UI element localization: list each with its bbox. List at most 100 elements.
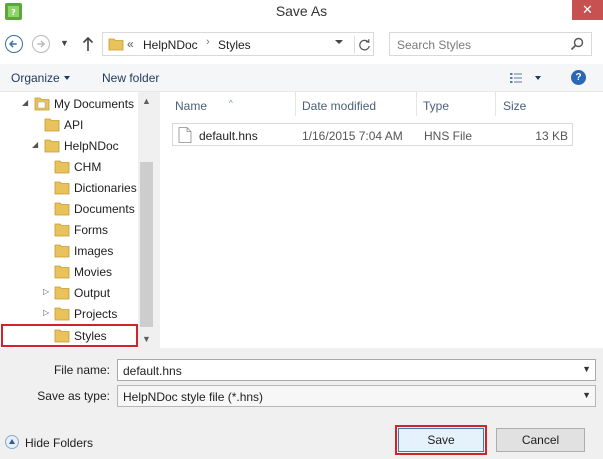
close-button[interactable]: ✕	[572, 0, 603, 20]
document-file-icon	[178, 127, 192, 143]
folder-icon	[54, 244, 70, 258]
tree-item-label: Output	[74, 286, 111, 300]
tree-item-output[interactable]: ▷ Output	[0, 282, 138, 303]
tree-item-label: Projects	[74, 307, 118, 321]
file-list[interactable]: ^ Name Date modified Type Size default.h…	[160, 92, 603, 348]
tree-item-dictionaries[interactable]: Dictionaries	[0, 177, 138, 198]
column-header-type[interactable]: Type	[417, 92, 495, 116]
tree-item-label: My Documents	[54, 97, 135, 111]
save-as-type-chevron-down-icon[interactable]: ▼	[582, 390, 591, 400]
column-header-label: Date modified	[302, 99, 377, 113]
scroll-down-arrow-icon[interactable]: ▼	[142, 334, 151, 344]
view-options-icon[interactable]	[509, 71, 523, 85]
collapse-arrow-icon[interactable]: ◢	[22, 98, 28, 107]
tree-item-label: API	[64, 118, 84, 132]
hide-folders-label[interactable]: Hide Folders	[25, 436, 93, 450]
new-folder-button[interactable]: New folder	[102, 71, 159, 85]
file-name-field[interactable]: default.hns ▼	[117, 359, 596, 381]
file-row[interactable]: default.hns 1/16/2015 7:04 AM HNS File 1…	[172, 123, 573, 146]
file-name-value: default.hns	[123, 364, 182, 378]
folder-icon	[54, 265, 70, 279]
column-header-date-modified[interactable]: Date modified	[296, 92, 416, 116]
tree-item-label: HelpNDoc	[64, 139, 119, 153]
save-button[interactable]: Save	[395, 425, 487, 455]
command-toolbar: Organize New folder ?	[0, 64, 603, 92]
forward-arrow-icon[interactable]	[32, 35, 50, 53]
view-options-chevron-down-icon[interactable]	[535, 76, 541, 80]
window-title: Save As	[275, 3, 328, 19]
documents-folder-icon	[34, 97, 50, 111]
tree-item-styles[interactable]: Styles	[1, 324, 138, 347]
column-header-name[interactable]: ^ Name	[160, 92, 295, 116]
save-as-type-value: HelpNDoc style file (*.hns)	[123, 390, 264, 404]
breadcrumb-overflow[interactable]: «	[127, 37, 134, 51]
folder-icon	[54, 160, 70, 174]
save-form: File name: default.hns ▼ Save as type: H…	[0, 348, 603, 459]
tree-item-helpndoc[interactable]: ◢ HelpNDoc	[0, 135, 138, 156]
tree-scrollbar[interactable]: ▲ ▼	[138, 92, 155, 348]
up-arrow-icon[interactable]	[80, 34, 96, 54]
collapse-up-icon[interactable]	[5, 435, 19, 449]
folder-icon	[44, 118, 60, 132]
title-bar: ? Save As ✕	[0, 0, 603, 24]
expand-arrow-icon[interactable]: ▷	[43, 308, 49, 317]
tree-item-label: Images	[74, 244, 114, 258]
scrollbar-thumb[interactable]	[140, 162, 153, 327]
file-name: default.hns	[199, 129, 258, 143]
tree-item-movies[interactable]: Movies	[0, 261, 138, 282]
organize-button[interactable]: Organize	[11, 71, 60, 85]
folder-icon	[54, 329, 70, 343]
tree-item-documents[interactable]: Documents	[0, 198, 138, 219]
folder-icon	[54, 286, 70, 300]
search-input[interactable]: Search Styles	[389, 32, 592, 56]
column-header-label: Type	[423, 99, 450, 113]
tree-item-my-documents[interactable]: ◢ My Documents	[0, 93, 138, 114]
file-name-chevron-down-icon[interactable]: ▼	[582, 364, 591, 374]
tree-item-label: Styles	[74, 329, 107, 343]
folder-icon	[54, 181, 70, 195]
folder-open-icon	[44, 139, 60, 153]
search-placeholder: Search Styles	[397, 38, 472, 52]
refresh-icon[interactable]	[354, 36, 374, 54]
file-date: 1/16/2015 7:04 AM	[302, 129, 403, 143]
tree-item-label: CHM	[74, 160, 102, 174]
file-name-label: File name:	[53, 363, 110, 377]
file-type: HNS File	[424, 129, 473, 143]
tree-item-label: Forms	[74, 223, 108, 237]
file-size: 13 KB	[535, 129, 568, 143]
address-history-chevron-down-icon[interactable]	[335, 40, 343, 44]
expand-arrow-icon[interactable]: ▷	[43, 287, 49, 296]
collapse-arrow-icon[interactable]: ◢	[32, 140, 38, 149]
breadcrumb-separator[interactable]: ›	[206, 36, 210, 48]
folder-icon	[54, 223, 70, 237]
tree-item-forms[interactable]: Forms	[0, 219, 138, 240]
back-arrow-icon[interactable]	[5, 35, 23, 53]
organize-chevron-down-icon[interactable]	[64, 76, 70, 80]
column-header-label: Size	[503, 99, 527, 113]
breadcrumb-styles[interactable]: Styles	[218, 38, 251, 52]
navigation-pane[interactable]: ◢ My Documents API ◢ HelpNDoc CHM Dictio…	[0, 92, 155, 348]
folder-icon	[54, 307, 70, 321]
column-header-size[interactable]: Size	[496, 92, 576, 116]
sort-ascending-icon: ^	[229, 99, 233, 108]
scroll-up-arrow-icon[interactable]: ▲	[142, 96, 151, 106]
tree-item-label: Dictionaries	[74, 181, 137, 195]
column-header-label: Name	[175, 99, 208, 113]
save-as-type-select[interactable]: HelpNDoc style file (*.hns) ▼	[117, 385, 596, 407]
tree-item-projects[interactable]: ▷ Projects	[0, 303, 138, 324]
tree-item-images[interactable]: Images	[0, 240, 138, 261]
tree-item-api[interactable]: API	[0, 114, 138, 135]
tree-item-chm[interactable]: CHM	[0, 156, 138, 177]
folder-icon	[108, 38, 124, 51]
save-as-type-label: Save as type:	[37, 389, 110, 403]
help-icon[interactable]: ?	[571, 70, 586, 85]
address-row: ▼ « HelpNDoc › Styles Search Styles	[0, 24, 603, 64]
tree-item-label: Movies	[74, 265, 113, 279]
recent-locations-chevron-down-icon[interactable]: ▼	[60, 38, 69, 48]
tree-item-label: Documents	[74, 202, 135, 216]
cancel-button[interactable]: Cancel	[496, 428, 585, 452]
address-bar[interactable]: « HelpNDoc › Styles	[102, 32, 374, 56]
breadcrumb-helpndoc[interactable]: HelpNDoc	[143, 38, 198, 52]
folder-icon	[54, 202, 70, 216]
search-icon[interactable]	[569, 36, 585, 52]
